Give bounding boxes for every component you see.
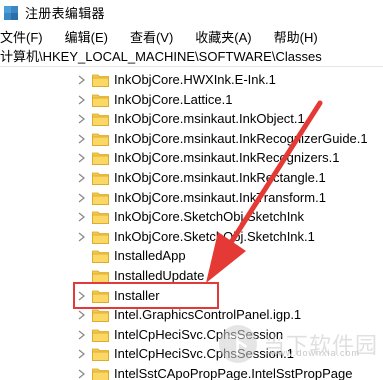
- watermark-logo: 下: [219, 325, 257, 363]
- folder-icon: [92, 230, 109, 244]
- tree-item-label: IntelSstCApoPropPage.IntelSstPropPage: [114, 366, 353, 380]
- tree-item-label: Intel.GraphicsControlPanel.igp.1: [114, 307, 302, 323]
- folder-icon: [92, 191, 109, 205]
- watermark-url: www.downxia.com: [271, 348, 361, 358]
- tree-item-label: InkObjCore.msinkaut.InkRectangle.1: [114, 170, 326, 185]
- folder-icon: [92, 249, 109, 264]
- tree-item-label: InkObjCore.msinkaut.InkRecognizers.1: [114, 150, 340, 166]
- tree-item-label: InstalledApp: [114, 248, 186, 264]
- title-bar: 注册表编辑器: [0, 0, 383, 25]
- menu-file[interactable]: 文件(F): [0, 27, 43, 46]
- address-bar[interactable]: 计算机\HKEY_LOCAL_MACHINE\SOFTWARE\Classes: [0, 47, 383, 67]
- menu-bar: 文件(F) 编辑(E) 查看(V) 收藏夹(A) 帮助(H): [0, 25, 383, 47]
- installer-highlight-box: [73, 282, 219, 309]
- tree-item-label: InkObjCore.Lattice.1: [114, 91, 233, 107]
- expand-chevron-icon[interactable]: [76, 363, 86, 380]
- folder-icon: [92, 151, 109, 166]
- folder-icon: [92, 171, 109, 185]
- tree-item-label: InkObjCore.msinkaut.InkTransform.1: [114, 189, 326, 205]
- menu-view[interactable]: 查看(V): [130, 27, 173, 46]
- regedit-app-icon: [3, 5, 19, 21]
- tree-item-label: InkObjCore.msinkaut.InkRecognizerGuide.1: [114, 130, 368, 146]
- tree-item-label: InkObjCore.SketchObj.SketchInk: [114, 209, 305, 225]
- menu-help[interactable]: 帮助(H): [274, 27, 318, 46]
- folder-icon: [92, 132, 109, 146]
- window-title: 注册表编辑器: [25, 6, 105, 21]
- folder-icon: [92, 269, 109, 283]
- address-path: 计算机\HKEY_LOCAL_MACHINE\SOFTWARE\Classes: [0, 49, 322, 64]
- watermark: 下 当下软件园: [219, 321, 378, 367]
- menu-favorites[interactable]: 收藏夹(A): [195, 27, 251, 46]
- folder-icon: [92, 347, 109, 362]
- folder-icon: [92, 112, 109, 127]
- menu-edit[interactable]: 编辑(E): [65, 27, 108, 46]
- folder-icon: [92, 367, 109, 380]
- tree-item-label: InkObjCore.msinkaut.InkObject.1: [114, 111, 305, 127]
- folder-icon: [92, 210, 109, 225]
- tree-item-label: InkObjCore.SketchObj.SketchInk.1: [114, 228, 315, 244]
- tree-item-label: InkObjCore.HWXInk.E-Ink.1: [114, 72, 276, 87]
- folder-icon: [92, 308, 109, 323]
- tree-item-label: InstalledUpdate: [114, 268, 205, 283]
- folder-icon: [92, 328, 109, 342]
- folder-icon: [92, 93, 109, 107]
- folder-icon: [92, 73, 109, 87]
